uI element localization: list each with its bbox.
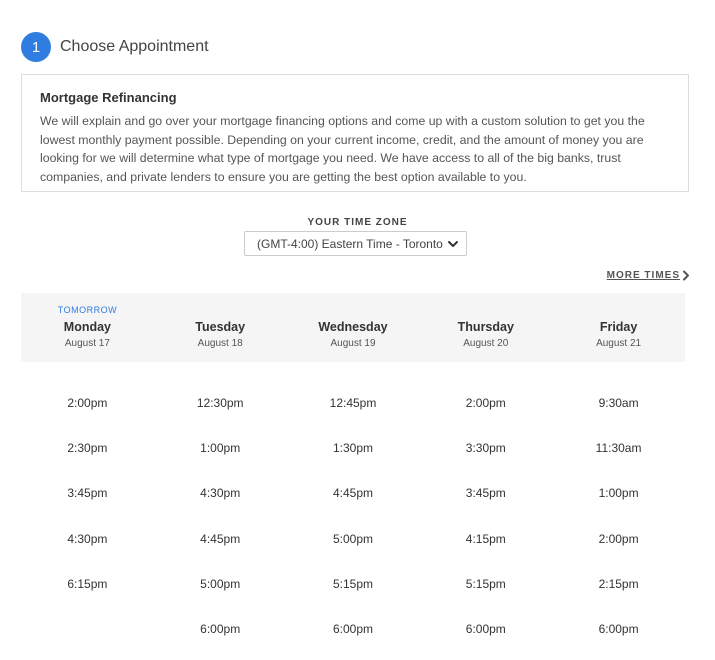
time-slot[interactable]: 12:45pm [287, 385, 420, 430]
time-slot[interactable]: 9:30am [552, 385, 685, 430]
days-header: TOMORROW Monday August 17 Tuesday August… [21, 293, 685, 362]
day-name: Wednesday [318, 320, 388, 334]
slot-column-monday: 2:00pm 2:30pm 3:45pm 4:30pm 6:15pm [21, 385, 154, 611]
slot-column-wednesday: 12:45pm 1:30pm 4:45pm 5:00pm 5:15pm 6:00… [287, 385, 420, 656]
time-slot[interactable]: 6:00pm [287, 611, 420, 656]
time-slot[interactable]: 2:00pm [419, 385, 552, 430]
day-header-monday: TOMORROW Monday August 17 [21, 293, 154, 362]
time-slots-grid: 2:00pm 2:30pm 3:45pm 4:30pm 6:15pm 12:30… [21, 385, 685, 660]
time-slot[interactable]: 4:15pm [419, 521, 552, 566]
time-slot[interactable]: 4:30pm [154, 475, 287, 520]
chevron-down-icon [448, 240, 458, 247]
time-slot[interactable]: 1:00pm [154, 430, 287, 475]
slot-column-thursday: 2:00pm 3:30pm 3:45pm 4:15pm 5:15pm 6:00p… [419, 385, 552, 656]
slot-column-tuesday: 12:30pm 1:00pm 4:30pm 4:45pm 5:00pm 6:00… [154, 385, 287, 656]
more-times-label: MORE TIMES [606, 270, 680, 281]
time-slot[interactable]: 6:15pm [21, 566, 154, 611]
time-slot[interactable]: 3:45pm [21, 475, 154, 520]
more-times-link[interactable]: MORE TIMES [607, 270, 690, 281]
time-slot[interactable]: 6:00pm [154, 611, 287, 656]
day-date: August 18 [197, 338, 243, 349]
day-name: Friday [599, 320, 638, 334]
day-header-tuesday: Tuesday August 18 [154, 293, 287, 362]
time-slot[interactable]: 5:15pm [419, 566, 552, 611]
time-slot[interactable]: 1:00pm [552, 475, 685, 520]
day-header-friday: Friday August 21 [552, 293, 685, 362]
time-slot[interactable]: 11:30am [552, 430, 685, 475]
time-slot[interactable]: 6:00pm [419, 611, 552, 656]
chevron-right-icon [683, 270, 689, 281]
time-slot[interactable]: 5:15pm [287, 566, 420, 611]
time-slot[interactable]: 3:30pm [419, 430, 552, 475]
day-date: August 17 [64, 338, 110, 349]
time-slot[interactable]: 4:45pm [154, 521, 287, 566]
slot-column-friday: 9:30am 11:30am 1:00pm 2:00pm 2:15pm 6:00… [552, 385, 685, 656]
time-slot[interactable]: 6:00pm [552, 611, 685, 656]
timezone-label: YOUR TIME ZONE [307, 217, 408, 228]
timezone-select[interactable]: (GMT-4:00) Eastern Time - Toronto [244, 231, 467, 256]
day-header-thursday: Thursday August 20 [419, 293, 552, 362]
step-number-badge: 1 [21, 32, 51, 62]
timezone-selected-value: (GMT-4:00) Eastern Time - Toronto [257, 236, 443, 251]
time-slot[interactable]: 3:45pm [419, 475, 552, 520]
day-date: August 19 [330, 338, 376, 349]
day-name: Tuesday [195, 320, 246, 334]
time-slot[interactable]: 5:00pm [287, 521, 420, 566]
time-slot[interactable]: 2:15pm [552, 566, 685, 611]
day-date: August 21 [596, 338, 642, 349]
time-slot[interactable]: 2:00pm [552, 521, 685, 566]
day-tag: TOMORROW [57, 305, 118, 315]
day-date: August 20 [463, 338, 509, 349]
day-header-wednesday: Wednesday August 19 [287, 293, 420, 362]
step-header: 1 Choose Appointment [21, 32, 209, 62]
day-name: Thursday [457, 320, 514, 334]
service-description: We will explain and go over your mortgag… [40, 114, 645, 184]
day-name: Monday [63, 320, 112, 334]
time-slot[interactable]: 2:00pm [21, 385, 154, 430]
time-slot[interactable]: 4:45pm [287, 475, 420, 520]
time-slot[interactable]: 5:00pm [154, 566, 287, 611]
time-slot[interactable]: 2:30pm [21, 430, 154, 475]
service-description-box: Mortgage Refinancing We will explain and… [21, 74, 689, 192]
service-title: Mortgage Refinancing [40, 90, 177, 105]
step-title: Choose Appointment [60, 38, 209, 55]
time-slot[interactable]: 4:30pm [21, 521, 154, 566]
time-slot[interactable]: 1:30pm [287, 430, 420, 475]
time-slot[interactable]: 12:30pm [154, 385, 287, 430]
